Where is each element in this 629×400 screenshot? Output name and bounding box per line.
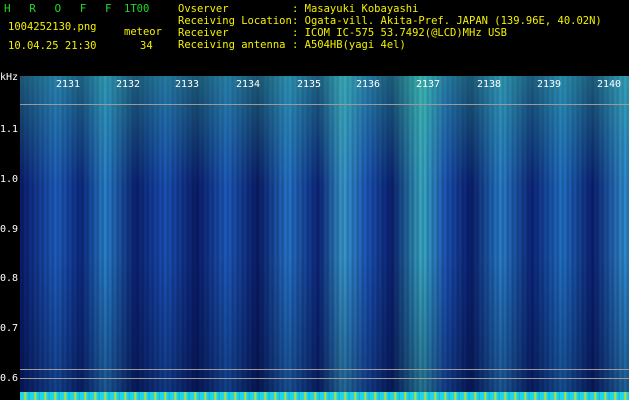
y-tick-label: 1.1 [0, 124, 19, 135]
file-name: 1004252130.png [8, 21, 97, 33]
grid-line-low-2 [20, 378, 629, 379]
x-tick-label: 2131 [56, 79, 81, 90]
x-tick-label: 2134 [236, 79, 261, 90]
y-tick-label: 0.6 [0, 373, 19, 384]
y-tick-label: 1.0 [0, 174, 19, 185]
grid-line-low-1 [20, 369, 629, 370]
app-version: 1.00 [124, 3, 150, 15]
datetime: 10.04.25 21:30 [8, 40, 97, 52]
app-title: H R O F F T [4, 2, 143, 15]
x-tick-label: 2136 [356, 79, 381, 90]
info-value-observer: : Masayuki Kobayashi [292, 3, 419, 15]
x-tick-label: 2140 [597, 79, 622, 90]
y-tick-label: 0.8 [0, 273, 19, 284]
x-tick-label: 2133 [175, 79, 200, 90]
meteor-label: meteor [124, 26, 162, 38]
spectrogram-top-glow [20, 76, 629, 186]
x-tick-label: 2139 [537, 79, 562, 90]
info-label-antenna: Receiving antenna [178, 39, 286, 51]
info-value-receiver: : ICOM IC-575 53.7492(@LCD)MHz USB [292, 27, 507, 39]
meteor-count: 34 [140, 40, 153, 52]
grid-line-top [20, 104, 629, 105]
info-label-location: Receiving Location [178, 15, 292, 27]
info-value-location: : Ogata-vill. Akita-Pref. JAPAN (139.96E… [292, 15, 602, 27]
info-label-receiver: Receiver [178, 27, 229, 39]
signal-baseline [20, 392, 629, 400]
x-tick-label: 2137 [416, 79, 441, 90]
x-tick-label: 2138 [477, 79, 502, 90]
x-tick-label: 2135 [297, 79, 322, 90]
spectrogram [20, 76, 629, 400]
x-tick-label: 2132 [116, 79, 141, 90]
info-label-observer: Ovserver [178, 3, 229, 15]
y-tick-label: 0.9 [0, 224, 19, 235]
y-tick-label: 0.7 [0, 323, 19, 334]
info-value-antenna: : A504HB(yagi 4el) [292, 39, 406, 51]
y-axis-unit: kHz [0, 72, 19, 83]
